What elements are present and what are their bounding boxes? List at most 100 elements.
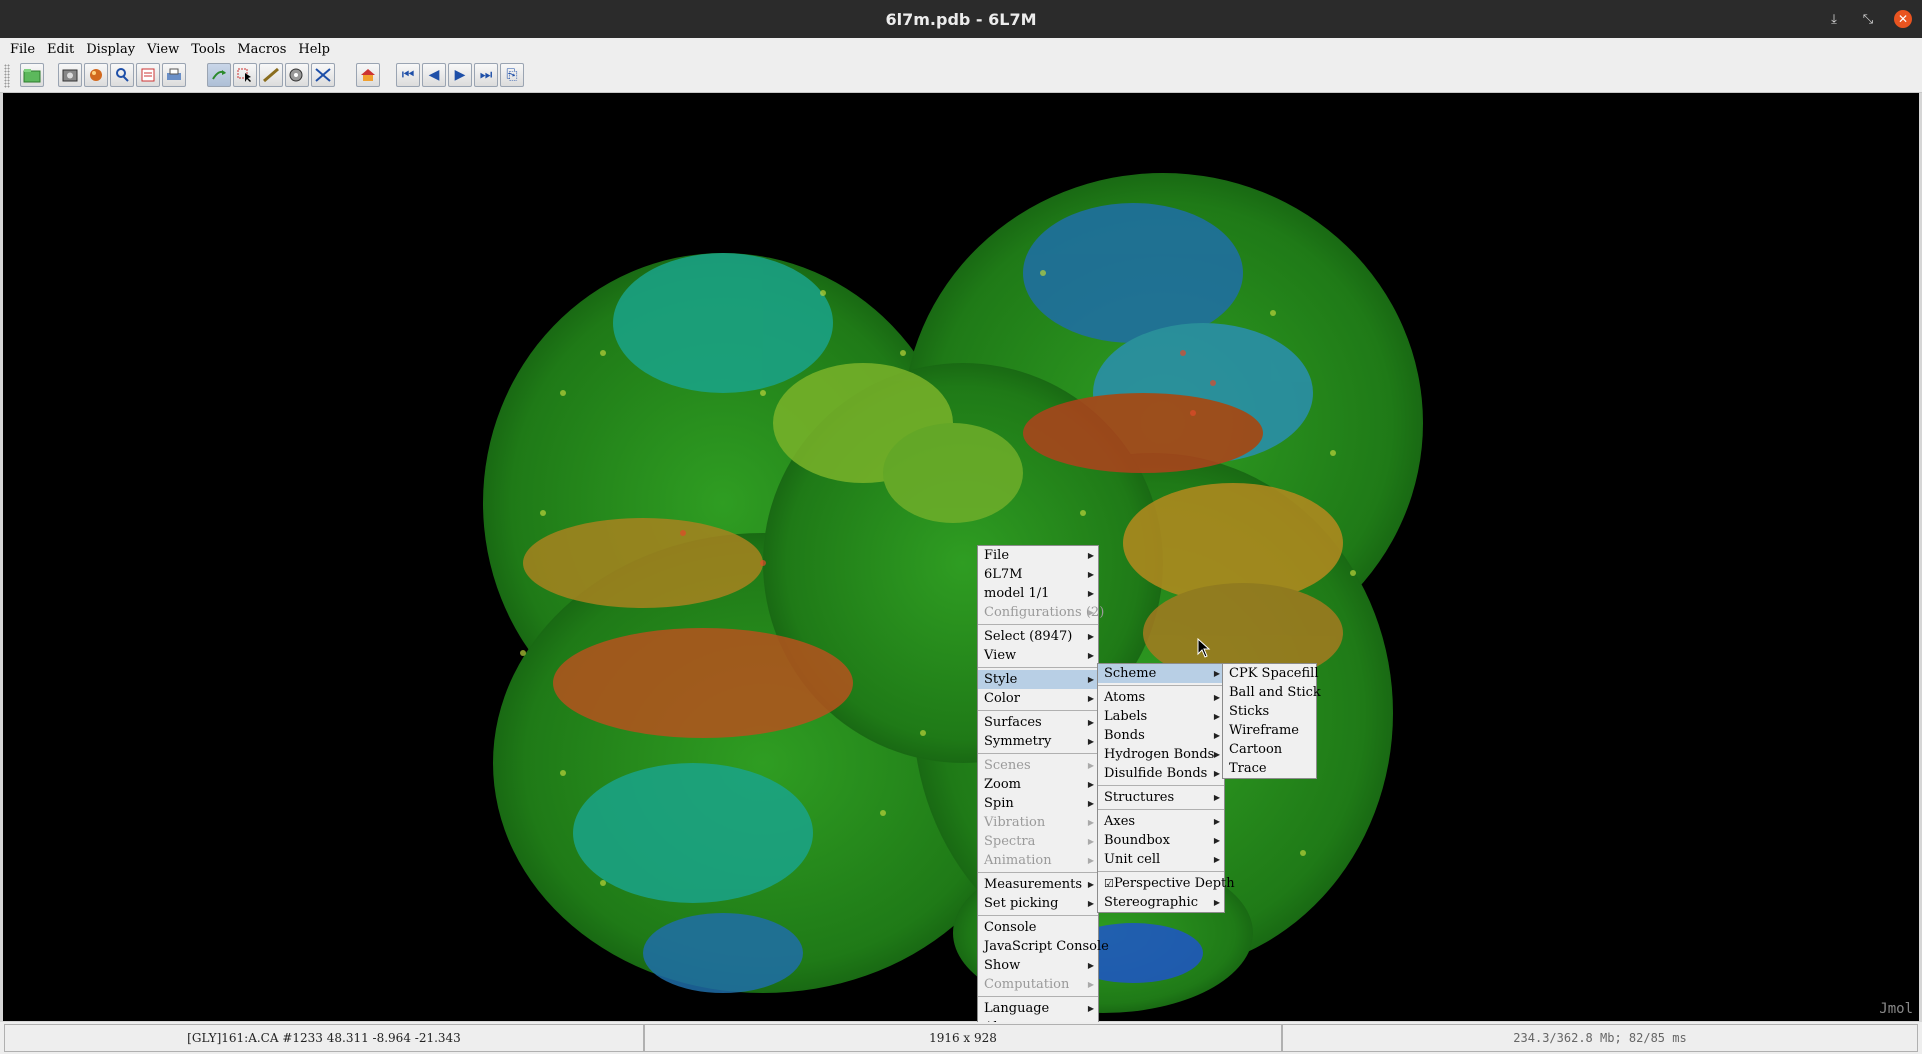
submenu-arrow-icon: ▶ xyxy=(1213,836,1220,845)
script-editor-icon[interactable] xyxy=(136,63,160,87)
menu-item-label: Symmetry xyxy=(984,734,1052,749)
zoom-icon[interactable] xyxy=(110,63,134,87)
style-item-boundbox[interactable]: Boundbox ▶ xyxy=(1098,831,1224,850)
menu-item-style[interactable]: Style ▶ xyxy=(978,670,1098,689)
menu-item-view[interactable]: View ▶ xyxy=(978,646,1098,665)
menu-item-label: Structures xyxy=(1104,790,1175,805)
copy-icon[interactable]: ⎘ xyxy=(500,63,524,87)
first-frame-icon[interactable]: ⏮ xyxy=(396,63,420,87)
menu-item-label: model 1/1 xyxy=(984,586,1050,601)
style-item-scheme[interactable]: Scheme ▶ xyxy=(1098,664,1224,683)
menu-item-label: Measurements xyxy=(984,877,1082,892)
menu-separator xyxy=(978,667,1098,668)
menu-item-javascript-console[interactable]: JavaScript Console xyxy=(978,937,1109,956)
menu-separator xyxy=(1098,685,1224,686)
molecule-viewer-canvas[interactable]: Jmol xyxy=(3,93,1919,1021)
submenu-arrow-icon: ▶ xyxy=(1087,632,1094,641)
menu-separator xyxy=(978,915,1098,916)
menu-file[interactable]: File xyxy=(0,42,41,57)
menu-item-color[interactable]: Color ▶ xyxy=(978,689,1098,708)
menu-separator xyxy=(1098,871,1224,872)
open-file-icon[interactable] xyxy=(20,63,44,87)
menu-display[interactable]: Display xyxy=(80,42,141,57)
scheme-item-wireframe[interactable]: Wireframe xyxy=(1223,721,1316,740)
home-icon[interactable] xyxy=(356,63,380,87)
menu-item-symmetry[interactable]: Symmetry ▶ xyxy=(978,732,1098,751)
style-item-perspective-depth[interactable]: ☑Perspective Depth xyxy=(1098,874,1235,893)
menu-edit[interactable]: Edit xyxy=(41,42,80,57)
submenu-arrow-icon: ▶ xyxy=(1087,761,1094,770)
menu-item-spin[interactable]: Spin ▶ xyxy=(978,794,1098,813)
menu-item-label: Stereographic xyxy=(1104,895,1198,910)
render-icon[interactable] xyxy=(84,63,108,87)
submenu-arrow-icon: ▶ xyxy=(1087,961,1094,970)
menu-item-language[interactable]: Language ▶ xyxy=(978,999,1098,1018)
menu-help[interactable]: Help xyxy=(292,42,336,57)
status-atom-info: [GLY]161:A.CA #1233 48.311 -8.964 -21.34… xyxy=(4,1024,644,1052)
minimize-icon[interactable]: ⤓ xyxy=(1818,0,1850,38)
submenu-arrow-icon: ▶ xyxy=(1087,589,1094,598)
menu-item-vibration: Vibration ▶ xyxy=(978,813,1098,832)
style-item-bonds[interactable]: Bonds ▶ xyxy=(1098,726,1224,745)
style-item-stereographic[interactable]: Stereographic ▶ xyxy=(1098,893,1224,912)
menu-item-surfaces[interactable]: Surfaces ▶ xyxy=(978,713,1098,732)
scheme-item-cpk-spacefill[interactable]: CPK Spacefill xyxy=(1223,664,1318,683)
menu-item-file[interactable]: File ▶ xyxy=(978,546,1098,565)
toolbar-grip[interactable] xyxy=(4,64,10,88)
menu-item-label: Surfaces xyxy=(984,715,1042,730)
style-item-atoms[interactable]: Atoms ▶ xyxy=(1098,688,1224,707)
submenu-arrow-icon: ▶ xyxy=(1087,651,1094,660)
pick-center-icon[interactable] xyxy=(285,63,309,87)
next-frame-icon[interactable]: ▶ xyxy=(448,63,472,87)
checkbox-icon[interactable]: ☑ xyxy=(1104,874,1114,893)
menu-tools[interactable]: Tools xyxy=(185,42,231,57)
style-item-unit-cell[interactable]: Unit cell ▶ xyxy=(1098,850,1224,869)
style-item-hydrogen-bonds[interactable]: Hydrogen Bonds ▶ xyxy=(1098,745,1224,764)
menu-item-select-8947[interactable]: Select (8947) ▶ xyxy=(978,627,1098,646)
submenu-arrow-icon: ▶ xyxy=(1213,855,1220,864)
menu-separator xyxy=(978,872,1098,873)
menu-item-measurements[interactable]: Measurements ▶ xyxy=(978,875,1098,894)
style-item-labels[interactable]: Labels ▶ xyxy=(1098,707,1224,726)
menu-item-label: Zoom xyxy=(984,777,1022,792)
menu-item-label: Configurations (2) xyxy=(984,605,1105,620)
select-icon[interactable] xyxy=(233,63,257,87)
close-icon[interactable]: ✕ xyxy=(1887,0,1919,38)
menu-item-zoom[interactable]: Zoom ▶ xyxy=(978,775,1098,794)
menu-separator xyxy=(1098,809,1224,810)
submenu-arrow-icon: ▶ xyxy=(1087,1004,1094,1013)
menu-item-console[interactable]: Console xyxy=(978,918,1098,937)
print-icon[interactable] xyxy=(162,63,186,87)
style-item-structures[interactable]: Structures ▶ xyxy=(1098,788,1224,807)
export-image-icon[interactable] xyxy=(58,63,82,87)
measure-icon[interactable] xyxy=(259,63,283,87)
style-item-axes[interactable]: Axes ▶ xyxy=(1098,812,1224,831)
menu-item-label: Axes xyxy=(1104,814,1136,829)
submenu-arrow-icon: ▶ xyxy=(1213,731,1220,740)
menu-view[interactable]: View xyxy=(141,42,185,57)
scheme-item-cartoon[interactable]: Cartoon xyxy=(1223,740,1316,759)
menu-item-model-1-1[interactable]: model 1/1 ▶ xyxy=(978,584,1098,603)
submenu-arrow-icon: ▶ xyxy=(1213,793,1220,802)
menu-item-label: 6L7M xyxy=(984,567,1023,582)
status-bar: [GLY]161:A.CA #1233 48.311 -8.964 -21.34… xyxy=(0,1022,1922,1054)
menu-item-label: Scheme xyxy=(1104,666,1157,681)
previous-frame-icon[interactable]: ◀ xyxy=(422,63,446,87)
menu-macros[interactable]: Macros xyxy=(231,42,292,57)
scheme-item-sticks[interactable]: Sticks xyxy=(1223,702,1316,721)
dimensions-icon[interactable] xyxy=(311,63,335,87)
menu-item-label: Language xyxy=(984,1001,1050,1016)
rotate-icon[interactable] xyxy=(207,63,231,87)
menu-item-set-picking[interactable]: Set picking ▶ xyxy=(978,894,1098,913)
scheme-item-trace[interactable]: Trace xyxy=(1223,759,1316,778)
maximize-icon[interactable]: ⤡ xyxy=(1852,0,1884,38)
menu-item-label: Trace xyxy=(1229,761,1267,776)
last-frame-icon[interactable]: ⏭ xyxy=(474,63,498,87)
style-item-disulfide-bonds[interactable]: Disulfide Bonds ▶ xyxy=(1098,764,1224,783)
scheme-item-ball-and-stick[interactable]: Ball and Stick xyxy=(1223,683,1321,702)
menu-item-6l7m[interactable]: 6L7M ▶ xyxy=(978,565,1098,584)
menu-item-label: Ball and Stick xyxy=(1229,685,1321,700)
menu-item-show[interactable]: Show ▶ xyxy=(978,956,1098,975)
menu-item-label: Wireframe xyxy=(1229,723,1299,738)
menu-item-label: JavaScript Console xyxy=(984,939,1109,954)
